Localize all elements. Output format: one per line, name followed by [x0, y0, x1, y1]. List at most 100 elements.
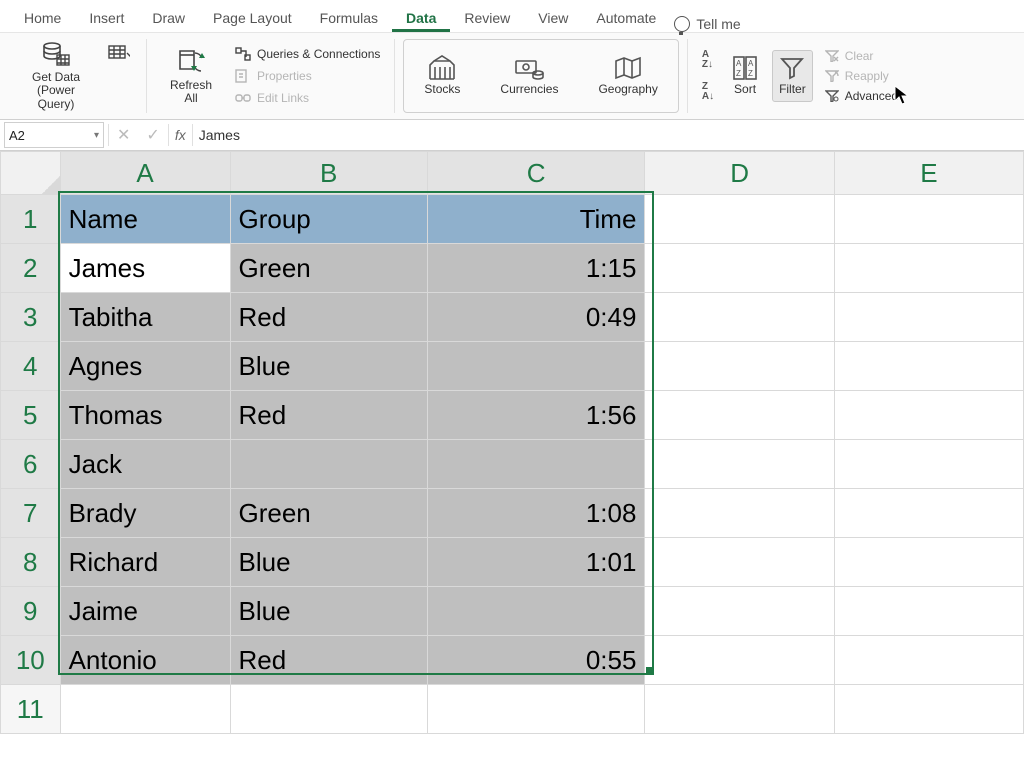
cell[interactable]: [834, 440, 1023, 489]
cell[interactable]: [645, 342, 834, 391]
row-header[interactable]: 9: [1, 587, 61, 636]
cell[interactable]: [645, 195, 834, 244]
cell[interactable]: [645, 587, 834, 636]
worksheet[interactable]: ABCDE1NameGroupTime2JamesGreen1:153Tabit…: [0, 151, 1024, 734]
cell[interactable]: Antonio: [60, 636, 230, 685]
column-header[interactable]: C: [427, 152, 645, 195]
data-types-gallery[interactable]: Stocks Currencies Geography: [403, 39, 678, 113]
cell[interactable]: [645, 293, 834, 342]
cell[interactable]: [834, 685, 1023, 734]
cell[interactable]: Jaime: [60, 587, 230, 636]
cell[interactable]: 0:49: [427, 293, 645, 342]
cell[interactable]: [230, 685, 427, 734]
cell[interactable]: 1:08: [427, 489, 645, 538]
tab-formulas[interactable]: Formulas: [306, 6, 392, 32]
tab-data[interactable]: Data: [392, 6, 450, 32]
cell[interactable]: [834, 342, 1023, 391]
cell[interactable]: [645, 391, 834, 440]
cancel-formula-button[interactable]: ✕: [109, 125, 138, 145]
column-header[interactable]: B: [230, 152, 427, 195]
row-header[interactable]: 3: [1, 293, 61, 342]
cell[interactable]: [60, 685, 230, 734]
cell[interactable]: [427, 685, 645, 734]
cell[interactable]: [427, 440, 645, 489]
row-header[interactable]: 10: [1, 636, 61, 685]
cell[interactable]: [834, 244, 1023, 293]
cell[interactable]: Red: [230, 636, 427, 685]
cell[interactable]: [645, 636, 834, 685]
cell[interactable]: Richard: [60, 538, 230, 587]
cell[interactable]: [645, 538, 834, 587]
tab-review[interactable]: Review: [450, 6, 524, 32]
cell[interactable]: 1:01: [427, 538, 645, 587]
cell[interactable]: James: [60, 244, 230, 293]
cell[interactable]: [645, 685, 834, 734]
cell[interactable]: [834, 293, 1023, 342]
tab-insert[interactable]: Insert: [75, 6, 138, 32]
column-header[interactable]: E: [834, 152, 1023, 195]
cell[interactable]: 0:55: [427, 636, 645, 685]
cell[interactable]: 1:56: [427, 391, 645, 440]
row-header[interactable]: 5: [1, 391, 61, 440]
cell[interactable]: [645, 244, 834, 293]
row-header[interactable]: 7: [1, 489, 61, 538]
column-header[interactable]: A: [60, 152, 230, 195]
cell[interactable]: Tabitha: [60, 293, 230, 342]
cell[interactable]: Name: [60, 195, 230, 244]
cell[interactable]: [834, 587, 1023, 636]
stocks-button[interactable]: Stocks: [418, 53, 466, 98]
fx-label[interactable]: fx: [169, 127, 192, 143]
cell[interactable]: Time: [427, 195, 645, 244]
cell[interactable]: [645, 489, 834, 538]
select-all-corner[interactable]: [1, 152, 61, 195]
cell[interactable]: [834, 489, 1023, 538]
cell[interactable]: [427, 587, 645, 636]
cell[interactable]: [645, 440, 834, 489]
sort-desc-button[interactable]: ZA↓: [698, 80, 718, 104]
cell[interactable]: Red: [230, 391, 427, 440]
tab-draw[interactable]: Draw: [138, 6, 199, 32]
name-box[interactable]: A2 ▾: [4, 122, 104, 148]
column-header[interactable]: D: [645, 152, 834, 195]
sort-button[interactable]: AZAZ Sort: [726, 53, 764, 98]
tab-home[interactable]: Home: [10, 6, 75, 32]
row-header[interactable]: 6: [1, 440, 61, 489]
cell[interactable]: [834, 195, 1023, 244]
tab-automate[interactable]: Automate: [582, 6, 670, 32]
formula-input[interactable]: James: [193, 127, 1024, 143]
cell[interactable]: Red: [230, 293, 427, 342]
row-header[interactable]: 1: [1, 195, 61, 244]
cell[interactable]: Blue: [230, 538, 427, 587]
cell[interactable]: Green: [230, 244, 427, 293]
table-dropdown[interactable]: [102, 43, 136, 65]
cell[interactable]: [834, 636, 1023, 685]
cell[interactable]: [834, 391, 1023, 440]
tell-me[interactable]: Tell me: [674, 16, 740, 32]
row-header[interactable]: 4: [1, 342, 61, 391]
cell[interactable]: [427, 342, 645, 391]
sort-asc-button[interactable]: AZ↓: [698, 48, 718, 72]
row-header[interactable]: 8: [1, 538, 61, 587]
tab-page-layout[interactable]: Page Layout: [199, 6, 306, 32]
filter-button[interactable]: Filter: [772, 50, 813, 101]
cell[interactable]: [230, 440, 427, 489]
cell[interactable]: 1:15: [427, 244, 645, 293]
row-header[interactable]: 2: [1, 244, 61, 293]
currencies-button[interactable]: Currencies: [494, 53, 564, 98]
queries-connections-button[interactable]: Queries & Connections: [231, 45, 384, 63]
cell[interactable]: Blue: [230, 587, 427, 636]
cell[interactable]: Thomas: [60, 391, 230, 440]
cell[interactable]: Jack: [60, 440, 230, 489]
advanced-button[interactable]: Advanced: [821, 87, 902, 105]
cell[interactable]: Green: [230, 489, 427, 538]
cell[interactable]: Group: [230, 195, 427, 244]
refresh-all-button[interactable]: Refresh All: [157, 45, 225, 107]
row-header[interactable]: 11: [1, 685, 61, 734]
tab-view[interactable]: View: [524, 6, 582, 32]
cell[interactable]: Blue: [230, 342, 427, 391]
accept-formula-button[interactable]: ✓: [138, 125, 167, 145]
geography-button[interactable]: Geography: [592, 53, 663, 98]
cell[interactable]: Brady: [60, 489, 230, 538]
cell[interactable]: [834, 538, 1023, 587]
cell[interactable]: Agnes: [60, 342, 230, 391]
